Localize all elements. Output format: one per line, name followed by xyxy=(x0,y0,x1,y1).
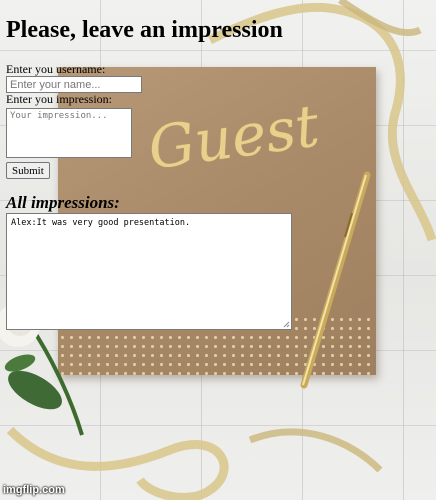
impression-label: Enter you impression: xyxy=(6,92,112,106)
resize-grip-icon[interactable] xyxy=(283,321,290,328)
username-input[interactable] xyxy=(6,76,142,93)
impressions-heading: All impressions: xyxy=(6,193,120,212)
username-label: Enter you username: xyxy=(6,62,106,76)
submit-button[interactable]: Submit xyxy=(6,162,50,179)
imgflip-watermark: imgflip.com xyxy=(3,484,65,496)
impression-textarea[interactable] xyxy=(6,108,132,158)
impression-entry: Alex:It was very good presentation. xyxy=(11,218,191,228)
form-container: Please, leave an impression Enter you us… xyxy=(6,0,306,330)
page-title: Please, leave an impression xyxy=(6,17,283,43)
impressions-textarea[interactable]: Alex:It was very good presentation. xyxy=(6,213,292,330)
